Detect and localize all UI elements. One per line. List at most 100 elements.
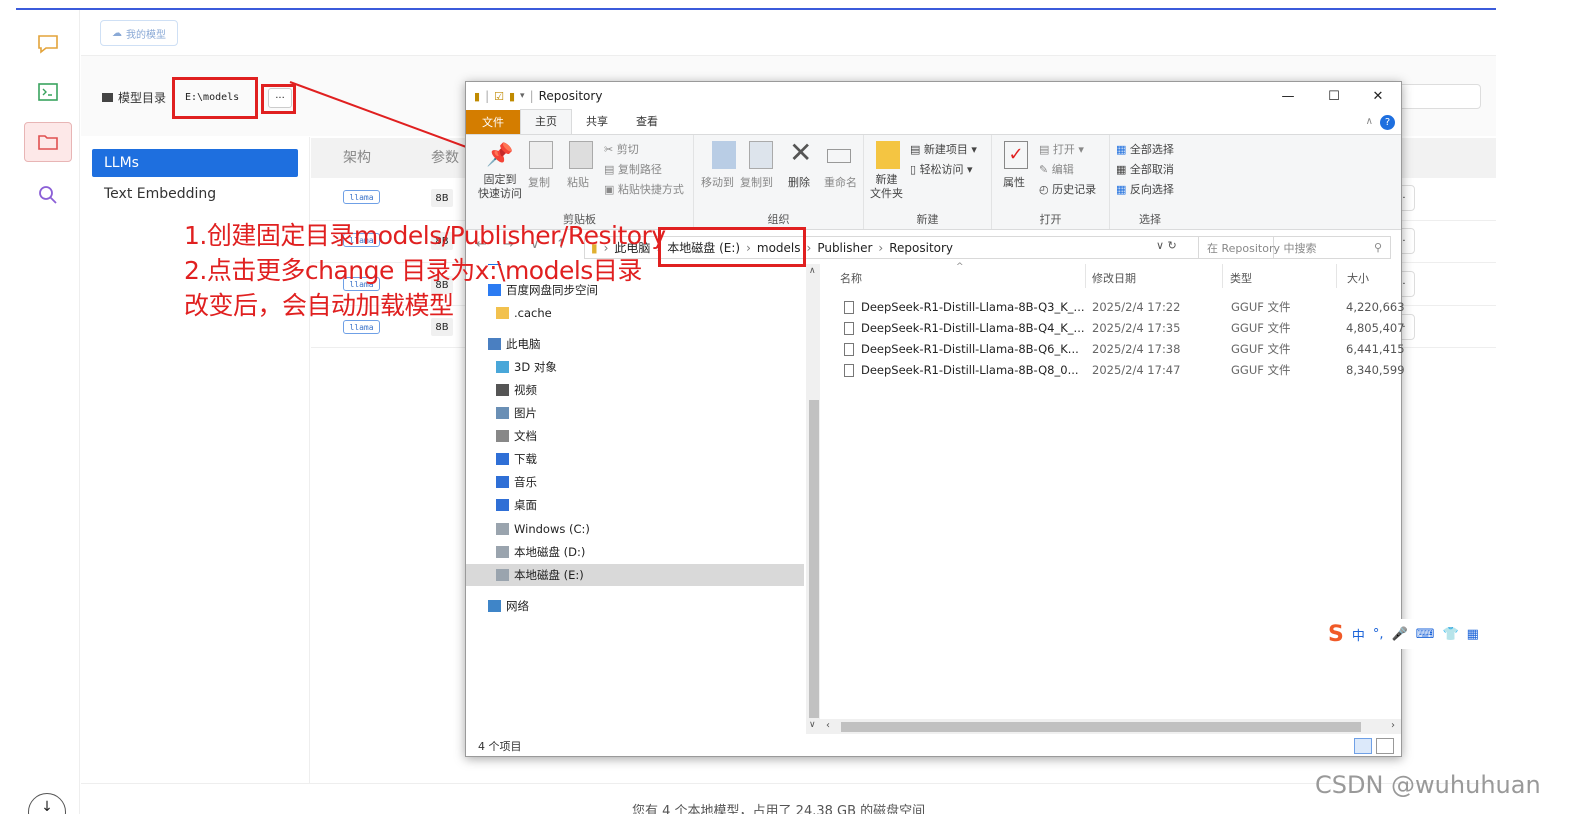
history-icon: ◴	[1039, 183, 1053, 196]
scroll-left-icon[interactable]: ‹	[826, 720, 830, 731]
rename-icon	[827, 149, 851, 163]
copy-to-button[interactable]: 复制到	[740, 176, 773, 190]
nav-item[interactable]: Windows (C:)	[466, 518, 804, 540]
nav-item[interactable]: 视频	[466, 379, 804, 401]
file-size: 4,805,407	[1346, 321, 1405, 335]
copy-to-icon	[749, 141, 773, 169]
delete-button[interactable]: 删除	[788, 176, 810, 190]
explorer-search-input[interactable]: 在 Repository 中搜索 ⚲	[1198, 236, 1391, 259]
invert-selection-icon: ▦	[1116, 183, 1130, 196]
file-row[interactable]: DeepSeek-R1-Distill-Llama-8B-Q8_0... 202…	[844, 360, 1405, 380]
file-row[interactable]: DeepSeek-R1-Distill-Llama-8B-Q4_K_... 20…	[844, 318, 1405, 338]
nav-item[interactable]: 本地磁盘 (E:)	[466, 564, 804, 586]
paste-shortcut-button[interactable]: ▣ 粘贴快捷方式	[604, 183, 684, 197]
scroll-right-icon[interactable]: ›	[1391, 720, 1395, 731]
nav-item[interactable]: 下载	[466, 448, 804, 470]
nav-item-label: 下载	[514, 452, 537, 466]
group-open: ✓ 属性 ▤ 打开 ▾ ✎ 编辑 ◴ 历史记录 打开	[992, 135, 1110, 229]
horizontal-scrollbar-thumb[interactable]	[841, 722, 1361, 732]
rename-button[interactable]: 重命名	[824, 176, 857, 190]
close-button[interactable]: ✕	[1355, 82, 1401, 110]
column-size[interactable]: 大小	[1347, 270, 1369, 286]
nav-item[interactable]: .cache	[466, 302, 804, 324]
breadcrumb-publisher[interactable]: Publisher	[817, 241, 872, 255]
tab-view[interactable]: 查看	[622, 110, 672, 134]
open-button[interactable]: ▤ 打开 ▾	[1039, 143, 1084, 157]
file-size: 6,441,415	[1346, 342, 1405, 356]
easy-access-label: 轻松访问 ▾	[919, 163, 973, 176]
pin-quick-access-button[interactable]: 固定到 快速访问	[478, 173, 522, 201]
toolbox-icon[interactable]: ▦	[1467, 627, 1479, 642]
ime-mode[interactable]: 中	[1352, 625, 1365, 644]
minimize-button[interactable]: —	[1265, 82, 1311, 110]
punctuation-icon[interactable]: °,	[1373, 627, 1384, 642]
help-icon[interactable]: ?	[1380, 115, 1395, 130]
address-dropdown-icon[interactable]: ∨ ↻	[1156, 239, 1177, 252]
nav-item[interactable]: 桌面	[466, 494, 804, 516]
keyboard-icon[interactable]: ⌨	[1416, 627, 1435, 642]
column-type[interactable]: 类型	[1230, 270, 1252, 286]
microphone-icon[interactable]: 🎤	[1392, 627, 1408, 642]
path-icon: ▤	[604, 163, 618, 176]
maximize-button[interactable]: ☐	[1311, 82, 1357, 110]
tab-home[interactable]: 主页	[520, 109, 572, 134]
scroll-down-icon[interactable]: ∨	[809, 720, 816, 730]
select-none-button[interactable]: ▦ 全部取消	[1116, 163, 1174, 177]
nav-item-label: 网络	[506, 599, 529, 613]
watermark: CSDN @wuhuhuan	[1315, 771, 1541, 799]
new-folder-button[interactable]: 新建 文件夹	[870, 173, 903, 201]
folder-icon[interactable]: ▮	[509, 90, 515, 103]
paste-button[interactable]: 粘贴	[567, 176, 589, 190]
history-label: 历史记录	[1052, 183, 1097, 196]
navigation-pane: BaiduNetdiskDownload剪辑素材浏览器下载OneDrive - …	[466, 264, 806, 734]
tab-file[interactable]: 文件	[466, 110, 520, 134]
move-to-button[interactable]: 移动到	[701, 176, 734, 190]
network-icon	[488, 600, 501, 612]
group-organize: 移动到 复制到 ✕ 删除 重命名 组织	[694, 135, 864, 229]
invert-selection-button[interactable]: ▦ 反向选择	[1116, 183, 1174, 197]
group-label: 打开	[1039, 213, 1062, 226]
video-icon	[496, 384, 509, 396]
computer-icon	[488, 338, 501, 350]
cut-button[interactable]: ✂ 剪切	[604, 143, 639, 157]
collapse-ribbon-icon[interactable]: ∧	[1366, 116, 1373, 127]
folder-icon: ▮	[474, 89, 481, 103]
column-name[interactable]: 名称	[840, 270, 862, 286]
select-all-button[interactable]: ▦ 全部选择	[1116, 143, 1174, 157]
new-item-button[interactable]: ▤ 新建项目 ▾	[910, 143, 977, 157]
file-type: GGUF 文件	[1231, 321, 1291, 335]
copy-path-button[interactable]: ▤ 复制路径	[604, 163, 662, 177]
search-placeholder: 在 Repository 中搜索	[1207, 241, 1317, 255]
properties-icon[interactable]: ☑	[494, 90, 504, 103]
file-row[interactable]: DeepSeek-R1-Distill-Llama-8B-Q3_K_... 20…	[844, 297, 1405, 317]
group-clipboard: 📌 固定到 快速访问 复制 粘贴 ✂ 剪切 ▤ 复制路径 ▣ 粘贴快捷方式 剪贴…	[466, 135, 694, 229]
nav-item[interactable]: 图片	[466, 402, 804, 424]
breadcrumb-repository[interactable]: Repository	[889, 241, 953, 255]
column-date[interactable]: 修改日期	[1092, 270, 1136, 286]
details-view-icon[interactable]	[1354, 738, 1372, 754]
nav-scrollbar-thumb[interactable]	[809, 400, 819, 718]
large-icons-view-icon[interactable]	[1376, 738, 1394, 754]
skin-icon[interactable]: 👕	[1442, 627, 1458, 642]
nav-item[interactable]: 音乐	[466, 471, 804, 493]
nav-item[interactable]: 3D 对象	[466, 356, 804, 378]
scroll-up-icon[interactable]: ∧	[809, 266, 816, 276]
column-separator	[1222, 264, 1223, 288]
group-new: 新建 文件夹 ▤ 新建项目 ▾ ▯ 轻松访问 ▾ 新建	[864, 135, 992, 229]
easy-access-button[interactable]: ▯ 轻松访问 ▾	[910, 163, 973, 177]
copy-button[interactable]: 复制	[528, 176, 550, 190]
nav-item[interactable]: 此电脑	[466, 333, 804, 355]
nav-item[interactable]: 本地磁盘 (D:)	[466, 541, 804, 563]
nav-item[interactable]: 文档	[466, 425, 804, 447]
edit-button[interactable]: ✎ 编辑	[1039, 163, 1074, 177]
edit-label: 编辑	[1051, 163, 1074, 176]
file-row[interactable]: DeepSeek-R1-Distill-Llama-8B-Q6_K... 202…	[844, 339, 1405, 359]
history-button[interactable]: ◴ 历史记录	[1039, 183, 1096, 197]
tab-share[interactable]: 共享	[572, 110, 622, 134]
nav-item-label: .cache	[514, 306, 552, 320]
annotation-step-2: 2.点击更多change 目录为x:\models目录	[184, 256, 642, 285]
folder-icon	[496, 307, 509, 319]
chevron-down-icon[interactable]: ▾	[520, 91, 525, 101]
properties-button[interactable]: 属性	[1003, 176, 1025, 190]
nav-item[interactable]: 网络	[466, 595, 804, 617]
